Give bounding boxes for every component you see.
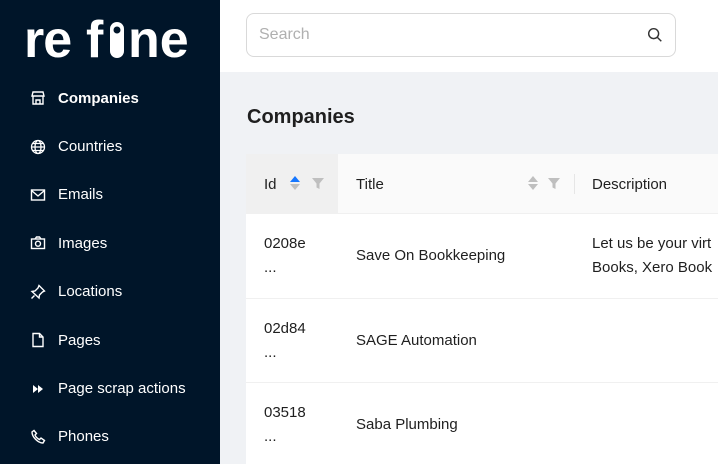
pin-icon bbox=[30, 284, 46, 300]
table-header: Id Title Description bbox=[246, 154, 718, 214]
cell-title: Save On Bookkeeping bbox=[356, 247, 506, 264]
sidebar-item-label: Pages bbox=[58, 331, 101, 349]
sort-ascending-icon bbox=[290, 176, 300, 182]
id-ellipsis: ... bbox=[264, 259, 277, 276]
sidebar-item-label: Phones bbox=[58, 428, 109, 446]
column-label: Description bbox=[592, 175, 668, 193]
filter-icon[interactable] bbox=[312, 178, 324, 190]
cell-title: Saba Plumbing bbox=[356, 416, 458, 433]
phone-icon bbox=[30, 429, 46, 445]
table-row[interactable]: 0208e ... Save On Bookkeeping Let us be … bbox=[246, 214, 718, 299]
cell-id: 02d84 ... bbox=[264, 317, 324, 365]
sidebar: re f ne Companies Countries Emails Image… bbox=[0, 0, 220, 464]
table-row[interactable]: 02d84 ... SAGE Automation bbox=[246, 299, 718, 383]
sort-ascending-icon bbox=[528, 176, 538, 182]
fast-forward-icon bbox=[30, 381, 46, 397]
camera-icon bbox=[30, 235, 46, 251]
refine-logo[interactable]: re f ne bbox=[24, 12, 200, 68]
sidebar-item-page-scrap-actions[interactable]: Page scrap actions bbox=[0, 364, 220, 412]
sort-descending-icon bbox=[290, 184, 300, 190]
sidebar-item-images[interactable]: Images bbox=[0, 219, 220, 267]
search-box[interactable] bbox=[246, 13, 676, 57]
page-title: Companies bbox=[247, 106, 355, 128]
sidebar-item-emails[interactable]: Emails bbox=[0, 171, 220, 219]
cell-id: 0208e ... bbox=[264, 232, 324, 280]
svg-text:ne: ne bbox=[128, 12, 189, 68]
svg-text:f: f bbox=[86, 12, 104, 68]
column-label: Id bbox=[264, 175, 277, 193]
cell-id: 03518 ... bbox=[264, 401, 324, 449]
id-text: 03518 bbox=[264, 404, 306, 421]
id-text: 02d84 bbox=[264, 319, 306, 337]
sort-descending-icon bbox=[528, 184, 538, 190]
description-line: Let us be your virt bbox=[592, 235, 712, 252]
sidebar-item-label: Page scrap actions bbox=[58, 380, 186, 398]
search-input[interactable] bbox=[259, 14, 619, 56]
globe-icon bbox=[30, 139, 46, 155]
sidebar-item-label: Images bbox=[58, 234, 108, 252]
file-icon bbox=[30, 332, 46, 348]
sidebar-item-locations[interactable]: Locations bbox=[0, 268, 220, 316]
id-ellipsis: ... bbox=[264, 343, 277, 361]
filter-icon[interactable] bbox=[548, 178, 560, 190]
id-text: 0208e bbox=[264, 235, 306, 252]
store-icon bbox=[30, 90, 46, 106]
sidebar-item-pages[interactable]: Pages bbox=[0, 316, 220, 364]
cell-title: SAGE Automation bbox=[356, 331, 477, 349]
sidebar-nav: Companies Countries Emails Images Locati… bbox=[0, 74, 220, 461]
mail-icon bbox=[30, 187, 46, 203]
companies-table: Id Title Description 0208e ... Save On B bbox=[246, 154, 718, 464]
id-ellipsis: ... bbox=[264, 428, 277, 445]
sidebar-item-countries[interactable]: Countries bbox=[0, 122, 220, 170]
sort-toggle-title[interactable] bbox=[528, 176, 538, 190]
sort-toggle-id[interactable] bbox=[290, 176, 300, 190]
sidebar-item-companies[interactable]: Companies bbox=[0, 74, 220, 122]
column-header-description[interactable]: Description bbox=[574, 154, 718, 214]
sidebar-item-phones[interactable]: Phones bbox=[0, 413, 220, 461]
sidebar-item-label: Companies bbox=[58, 89, 139, 107]
table-row[interactable]: 03518 ... Saba Plumbing bbox=[246, 383, 718, 464]
sidebar-item-label: Emails bbox=[58, 186, 104, 204]
description-line: Books, Xero Book bbox=[592, 259, 713, 276]
column-header-title[interactable]: Title bbox=[338, 154, 574, 214]
sidebar-item-label: Countries bbox=[58, 138, 123, 156]
svg-text:re: re bbox=[24, 12, 71, 68]
search-icon[interactable] bbox=[645, 25, 665, 45]
column-label: Title bbox=[356, 175, 384, 193]
top-header bbox=[220, 0, 718, 72]
sidebar-item-label: Locations bbox=[58, 283, 123, 301]
cell-description: Let us be your virt Books, Xero Book bbox=[592, 232, 718, 280]
